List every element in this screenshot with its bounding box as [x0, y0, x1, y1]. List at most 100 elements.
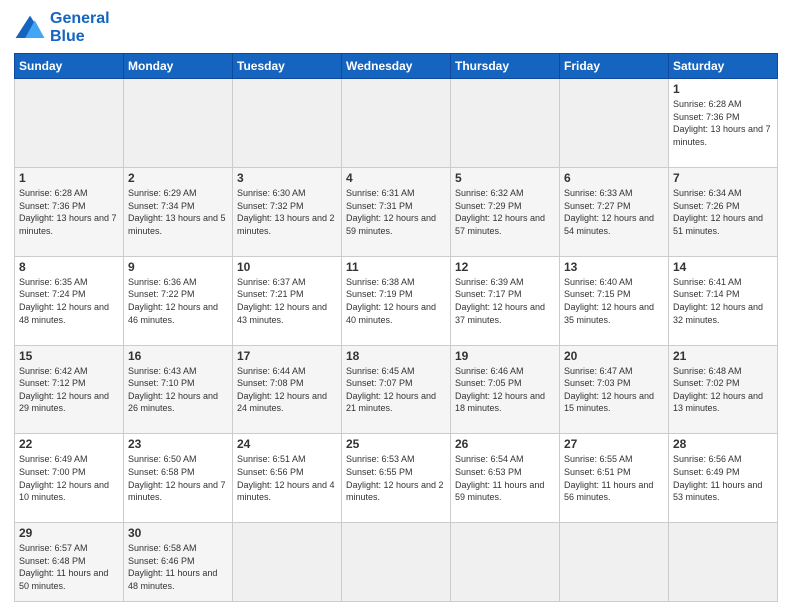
- day-number: 2: [128, 171, 228, 185]
- day-number: 9: [128, 260, 228, 274]
- day-number: 27: [564, 437, 664, 451]
- day-info: Sunrise: 6:55 AMSunset: 6:51 PMDaylight:…: [564, 453, 664, 503]
- calendar-cell: [560, 79, 669, 168]
- day-info: Sunrise: 6:56 AMSunset: 6:49 PMDaylight:…: [673, 453, 773, 503]
- day-info: Sunrise: 6:41 AMSunset: 7:14 PMDaylight:…: [673, 276, 773, 326]
- col-wednesday: Wednesday: [342, 54, 451, 79]
- calendar-cell: 29 Sunrise: 6:57 AMSunset: 6:48 PMDayligh…: [15, 523, 124, 602]
- calendar-cell: [451, 79, 560, 168]
- calendar-cell: [451, 523, 560, 602]
- day-number: 29: [19, 526, 119, 540]
- day-number: 21: [673, 349, 773, 363]
- day-info: Sunrise: 6:38 AMSunset: 7:19 PMDaylight:…: [346, 276, 446, 326]
- calendar-cell: [342, 523, 451, 602]
- day-number: 3: [237, 171, 337, 185]
- day-number: 22: [19, 437, 119, 451]
- day-number: 18: [346, 349, 446, 363]
- calendar-cell: [233, 523, 342, 602]
- calendar-row: 29 Sunrise: 6:57 AMSunset: 6:48 PMDayligh…: [15, 523, 778, 602]
- calendar-cell: 22Sunrise: 6:49 AMSunset: 7:00 PMDayligh…: [15, 434, 124, 523]
- col-saturday: Saturday: [669, 54, 778, 79]
- day-info: Sunrise: 6:48 AMSunset: 7:02 PMDaylight:…: [673, 365, 773, 415]
- calendar-cell: 10 Sunrise: 6:37 AMSunset: 7:21 PMDayligh…: [233, 256, 342, 345]
- day-info: Sunrise: 6:31 AMSunset: 7:31 PMDaylight:…: [346, 187, 446, 237]
- day-number: 7: [673, 171, 773, 185]
- day-info: Sunrise: 6:30 AMSunset: 7:32 PMDaylight:…: [237, 187, 337, 237]
- day-number: 5: [455, 171, 555, 185]
- calendar-cell: 28 Sunrise: 6:56 AMSunset: 6:49 PMDayligh…: [669, 434, 778, 523]
- day-info: Sunrise: 6:57 AMSunset: 6:48 PMDaylight:…: [19, 542, 119, 592]
- calendar-cell: 18 Sunrise: 6:45 AMSunset: 7:07 PMDayligh…: [342, 345, 451, 434]
- calendar-cell: 7 Sunrise: 6:34 AMSunset: 7:26 PMDaylight…: [669, 168, 778, 257]
- day-number: 1: [19, 171, 119, 185]
- logo-text: General Blue: [50, 10, 110, 45]
- calendar-cell: 1 Sunrise: 6:28 AMSunset: 7:36 PMDaylight…: [15, 168, 124, 257]
- calendar-cell: 24Sunrise: 6:51 AMSunset: 6:56 PMDayligh…: [233, 434, 342, 523]
- day-info: Sunrise: 6:45 AMSunset: 7:07 PMDaylight:…: [346, 365, 446, 415]
- day-number: 19: [455, 349, 555, 363]
- col-monday: Monday: [124, 54, 233, 79]
- day-number: 6: [564, 171, 664, 185]
- day-info: Sunrise: 6:39 AMSunset: 7:17 PMDaylight:…: [455, 276, 555, 326]
- day-info: Sunrise: 6:46 AMSunset: 7:05 PMDaylight:…: [455, 365, 555, 415]
- calendar-cell: 8Sunrise: 6:35 AMSunset: 7:24 PMDaylight…: [15, 256, 124, 345]
- day-info: Sunrise: 6:44 AMSunset: 7:08 PMDaylight:…: [237, 365, 337, 415]
- day-number: 1: [673, 82, 773, 96]
- day-number: 16: [128, 349, 228, 363]
- calendar-cell: 17 Sunrise: 6:44 AMSunset: 7:08 PMDayligh…: [233, 345, 342, 434]
- calendar-cell: 5Sunrise: 6:32 AMSunset: 7:29 PMDaylight…: [451, 168, 560, 257]
- day-info: Sunrise: 6:43 AMSunset: 7:10 PMDaylight:…: [128, 365, 228, 415]
- calendar-cell: [669, 523, 778, 602]
- calendar-cell: 3 Sunrise: 6:30 AMSunset: 7:32 PMDaylight…: [233, 168, 342, 257]
- logo-icon: [14, 14, 46, 42]
- calendar-cell: 30Sunrise: 6:58 AMSunset: 6:46 PMDayligh…: [124, 523, 233, 602]
- calendar-cell: 16 Sunrise: 6:43 AMSunset: 7:10 PMDayligh…: [124, 345, 233, 434]
- day-number: 11: [346, 260, 446, 274]
- calendar-row: 1 Sunrise: 6:28 AMSunset: 7:36 PMDaylight…: [15, 168, 778, 257]
- day-info: Sunrise: 6:50 AMSunset: 6:58 PMDaylight:…: [128, 453, 228, 503]
- day-number: 24: [237, 437, 337, 451]
- calendar-cell: 1 Sunrise: 6:28 AMSunset: 7:36 PMDaylight…: [669, 79, 778, 168]
- day-info: Sunrise: 6:28 AMSunset: 7:36 PMDaylight:…: [19, 187, 119, 237]
- day-info: Sunrise: 6:37 AMSunset: 7:21 PMDaylight:…: [237, 276, 337, 326]
- header-row: Sunday Monday Tuesday Wednesday Thursday…: [15, 54, 778, 79]
- day-info: Sunrise: 6:34 AMSunset: 7:26 PMDaylight:…: [673, 187, 773, 237]
- calendar-row: 15 Sunrise: 6:42 AMSunset: 7:12 PMDayligh…: [15, 345, 778, 434]
- calendar-cell: 20Sunrise: 6:47 AMSunset: 7:03 PMDayligh…: [560, 345, 669, 434]
- day-info: Sunrise: 6:28 AMSunset: 7:36 PMDaylight:…: [673, 98, 773, 148]
- calendar-row: 1 Sunrise: 6:28 AMSunset: 7:36 PMDaylight…: [15, 79, 778, 168]
- day-info: Sunrise: 6:54 AMSunset: 6:53 PMDaylight:…: [455, 453, 555, 503]
- calendar-cell: [342, 79, 451, 168]
- calendar-row: 8Sunrise: 6:35 AMSunset: 7:24 PMDaylight…: [15, 256, 778, 345]
- day-info: Sunrise: 6:33 AMSunset: 7:27 PMDaylight:…: [564, 187, 664, 237]
- day-number: 25: [346, 437, 446, 451]
- day-info: Sunrise: 6:53 AMSunset: 6:55 PMDaylight:…: [346, 453, 446, 503]
- day-number: 13: [564, 260, 664, 274]
- calendar-cell: 9 Sunrise: 6:36 AMSunset: 7:22 PMDaylight…: [124, 256, 233, 345]
- day-number: 14: [673, 260, 773, 274]
- day-number: 26: [455, 437, 555, 451]
- day-number: 15: [19, 349, 119, 363]
- calendar-table: Sunday Monday Tuesday Wednesday Thursday…: [14, 53, 778, 602]
- calendar-cell: 11 Sunrise: 6:38 AMSunset: 7:19 PMDayligh…: [342, 256, 451, 345]
- col-sunday: Sunday: [15, 54, 124, 79]
- day-number: 4: [346, 171, 446, 185]
- day-number: 10: [237, 260, 337, 274]
- calendar-cell: 23Sunrise: 6:50 AMSunset: 6:58 PMDayligh…: [124, 434, 233, 523]
- col-friday: Friday: [560, 54, 669, 79]
- calendar-cell: 19 Sunrise: 6:46 AMSunset: 7:05 PMDayligh…: [451, 345, 560, 434]
- day-info: Sunrise: 6:42 AMSunset: 7:12 PMDaylight:…: [19, 365, 119, 415]
- logo: General Blue: [14, 10, 110, 45]
- day-info: Sunrise: 6:40 AMSunset: 7:15 PMDaylight:…: [564, 276, 664, 326]
- calendar-cell: 27 Sunrise: 6:55 AMSunset: 6:51 PMDayligh…: [560, 434, 669, 523]
- day-number: 17: [237, 349, 337, 363]
- day-info: Sunrise: 6:36 AMSunset: 7:22 PMDaylight:…: [128, 276, 228, 326]
- col-thursday: Thursday: [451, 54, 560, 79]
- calendar-cell: 21 Sunrise: 6:48 AMSunset: 7:02 PMDayligh…: [669, 345, 778, 434]
- calendar-cell: 13 Sunrise: 6:40 AMSunset: 7:15 PMDayligh…: [560, 256, 669, 345]
- calendar-cell: 25 Sunrise: 6:53 AMSunset: 6:55 PMDayligh…: [342, 434, 451, 523]
- calendar-cell: 14 Sunrise: 6:41 AMSunset: 7:14 PMDayligh…: [669, 256, 778, 345]
- day-info: Sunrise: 6:47 AMSunset: 7:03 PMDaylight:…: [564, 365, 664, 415]
- day-number: 28: [673, 437, 773, 451]
- day-info: Sunrise: 6:29 AMSunset: 7:34 PMDaylight:…: [128, 187, 228, 237]
